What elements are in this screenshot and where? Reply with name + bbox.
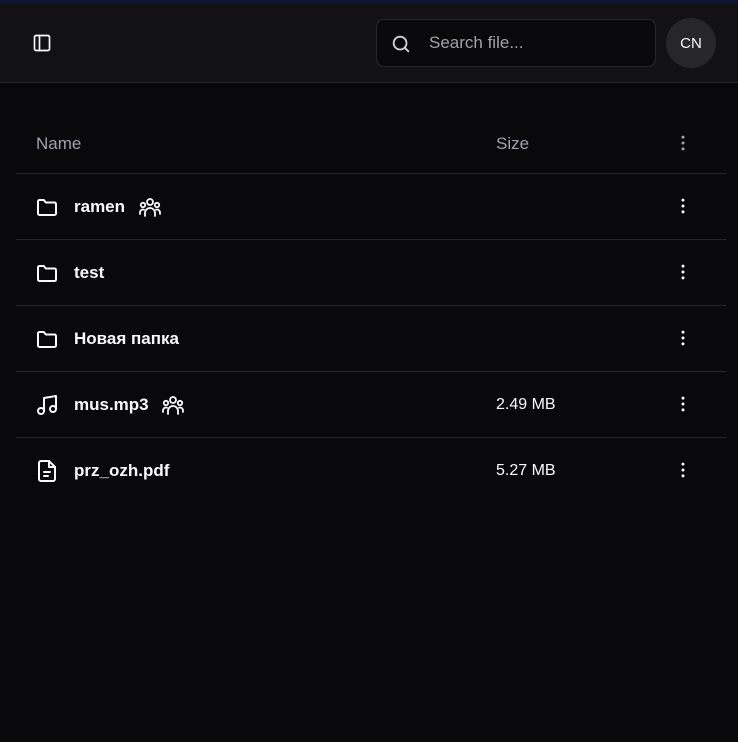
file-size: 2.49 MB	[496, 396, 556, 413]
file-name[interactable]: Новая папка	[74, 329, 179, 349]
file-name[interactable]: test	[74, 263, 104, 283]
table-header: Name Size	[16, 110, 726, 174]
more-vertical-icon	[681, 462, 685, 478]
more-vertical-icon	[681, 135, 685, 151]
folder-icon	[37, 199, 57, 216]
column-header-size[interactable]: Size	[496, 134, 529, 154]
column-header-name[interactable]: Name	[36, 134, 81, 154]
folder-icon	[37, 331, 57, 348]
sidebar-panel-icon	[33, 34, 51, 52]
file-text-icon	[38, 460, 56, 482]
row-menu-button[interactable]	[672, 459, 694, 481]
file-size: 5.27 MB	[496, 462, 556, 479]
file-name[interactable]: prz_ozh.pdf	[74, 461, 169, 481]
avatar[interactable]: CN	[666, 18, 716, 68]
row-menu-button[interactable]	[672, 393, 694, 415]
table-row[interactable]: prz_ozh.pdf 5.27 MB	[16, 438, 726, 504]
row-menu-button[interactable]	[672, 195, 694, 217]
search-input[interactable]	[429, 20, 649, 66]
more-vertical-icon	[681, 396, 685, 412]
file-name[interactable]: ramen	[74, 197, 125, 217]
table-row[interactable]: Новая папка	[16, 306, 726, 372]
shared-users-icon	[162, 396, 184, 415]
search-icon	[392, 35, 410, 53]
more-vertical-icon	[681, 330, 685, 346]
search-box	[376, 19, 656, 67]
sidebar-toggle-button[interactable]	[27, 28, 57, 58]
more-vertical-icon	[681, 198, 685, 214]
folder-icon	[37, 265, 57, 282]
row-menu-button[interactable]	[672, 261, 694, 283]
table-row[interactable]: test	[16, 240, 726, 306]
more-vertical-icon	[681, 264, 685, 280]
file-table: Name Size ramen test Новая папка mus.mp3…	[16, 110, 726, 504]
row-menu-button[interactable]	[672, 327, 694, 349]
top-bar: CN	[0, 3, 738, 83]
table-row[interactable]: mus.mp3 2.49 MB	[16, 372, 726, 438]
file-name[interactable]: mus.mp3	[74, 395, 149, 415]
shared-users-icon	[139, 198, 161, 217]
header-menu-button[interactable]	[672, 132, 694, 154]
music-note-icon	[37, 395, 57, 415]
table-row[interactable]: ramen	[16, 174, 726, 240]
